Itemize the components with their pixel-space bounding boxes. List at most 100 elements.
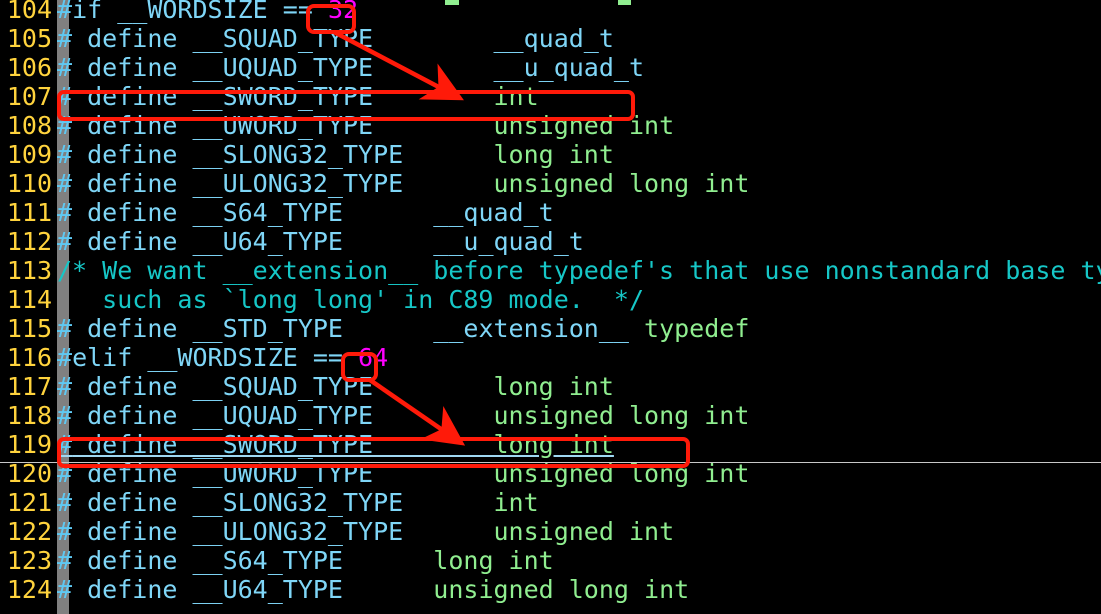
code-line[interactable]: 105 # define __SQUAD_TYPE __quad_t: [0, 24, 1101, 53]
code-line[interactable]: 118 # define __UQUAD_TYPE unsigned long i…: [0, 401, 1101, 430]
code-token-hash: #: [57, 575, 73, 604]
code-line[interactable]: 113/* We want __extension__ before typed…: [0, 256, 1101, 285]
code-line[interactable]: 119 # define __SWORD_TYPE long int: [0, 430, 1101, 459]
code-line[interactable]: 107 # define __SWORD_TYPE int: [0, 82, 1101, 111]
code-token-type: unsigned long int: [493, 169, 750, 198]
code-text: # define __UQUAD_TYPE unsigned long int: [57, 401, 749, 430]
code-text: # define __SLONG32_TYPE int: [57, 488, 539, 517]
line-number: 110: [6, 169, 52, 198]
code-line[interactable]: 120 # define __UWORD_TYPE unsigned long i…: [0, 459, 1101, 488]
code-token-hash: #: [57, 82, 73, 111]
code-token-num: 32: [327, 0, 359, 24]
code-token-type: typedef: [644, 314, 750, 343]
code-token-hash: #: [57, 546, 73, 575]
code-token-hash: #: [57, 140, 73, 169]
code-token-comment: /* We want __extension__ before typedef'…: [57, 256, 1101, 285]
code-text: # define __S64_TYPE long int: [57, 546, 554, 575]
code-line[interactable]: 116 #elif __WORDSIZE == 64: [0, 343, 1101, 372]
code-line[interactable]: 110 # define __ULONG32_TYPE unsigned long…: [0, 169, 1101, 198]
code-token-hash: #: [57, 0, 73, 24]
code-text: # define __UWORD_TYPE unsigned long int: [57, 459, 749, 488]
code-text: # define __SQUAD_TYPE __quad_t: [57, 24, 614, 53]
code-text: # define __UQUAD_TYPE __u_quad_t: [57, 53, 644, 82]
code-token-hash: #: [57, 198, 73, 227]
code-editor-viewport[interactable]: 104 #if __WORDSIZE == 32 105 # define __SQU…: [0, 0, 1101, 614]
line-number: 123: [6, 546, 52, 575]
code-token-ident: define __SLONG32_TYPE: [72, 140, 494, 169]
line-number: 117: [6, 372, 52, 401]
line-number: 124: [6, 575, 52, 604]
line-number: 121: [6, 488, 52, 517]
code-token-type: unsigned int: [493, 517, 675, 546]
code-token-type: unsigned long int: [433, 575, 690, 604]
code-line[interactable]: 112 # define __U64_TYPE __u_quad_t: [0, 227, 1101, 256]
code-token-type: long int: [433, 546, 554, 575]
code-line[interactable]: 114 such as `long long' in C89 mode. */: [0, 285, 1101, 314]
code-text: # define __ULONG32_TYPE unsigned long in…: [57, 169, 749, 198]
line-number: 122: [6, 517, 52, 546]
code-token-ident: define __UWORD_TYPE: [72, 459, 494, 488]
line-number: 106: [6, 53, 52, 82]
code-line[interactable]: 124 # define __U64_TYPE unsigned long int: [0, 575, 1101, 604]
code-line[interactable]: 122 # define __ULONG32_TYPE unsigned int: [0, 517, 1101, 546]
line-number: 108: [6, 111, 52, 140]
code-text: #if __WORDSIZE == 32: [57, 0, 358, 24]
code-token-type: int: [493, 82, 539, 111]
code-token-type: unsigned long int: [493, 459, 750, 488]
line-number: 115: [6, 314, 52, 343]
code-line[interactable]: 109 # define __SLONG32_TYPE long int: [0, 140, 1101, 169]
code-token-hash: #: [57, 372, 73, 401]
code-token-hash: #: [57, 488, 73, 517]
code-token-hash: #: [57, 53, 73, 82]
line-number: 112: [6, 227, 52, 256]
code-token-type: unsigned int: [493, 111, 675, 140]
code-token-ident: define __ULONG32_TYPE: [72, 517, 494, 546]
code-token-num: 64: [358, 343, 389, 372]
code-text: # define __SQUAD_TYPE long int: [57, 372, 614, 401]
line-number: 116: [6, 343, 52, 372]
code-token-ident: define __ULONG32_TYPE: [72, 169, 494, 198]
code-token-ident: elif __WORDSIZE ==: [72, 343, 359, 372]
code-line[interactable]: 117 # define __SQUAD_TYPE long int: [0, 372, 1101, 401]
code-text: /* We want __extension__ before typedef'…: [57, 256, 1101, 285]
code-token-hash: #: [57, 227, 73, 256]
code-token-hash: #: [57, 169, 73, 198]
code-token-hash: #: [57, 314, 73, 343]
code-token-hash: #: [57, 343, 73, 372]
code-token-ident: define __SLONG32_TYPE: [72, 488, 494, 517]
code-token-type: unsigned long int: [493, 401, 750, 430]
code-token-type: long int: [493, 372, 614, 401]
code-text: # define __SLONG32_TYPE long int: [57, 140, 614, 169]
code-token-ident: define __UQUAD_TYPE: [72, 401, 494, 430]
code-text: # define __ULONG32_TYPE unsigned int: [57, 517, 674, 546]
code-line[interactable]: 108 # define __UWORD_TYPE unsigned int: [0, 111, 1101, 140]
code-token-ident: define __U64_TYPE __u_quad_t: [72, 227, 584, 256]
line-number: 119: [6, 430, 52, 459]
line-number: 118: [6, 401, 52, 430]
code-token-ident: if __WORDSIZE ==: [72, 0, 328, 24]
code-token-hash: #: [57, 24, 73, 53]
code-token-ident: define __S64_TYPE: [72, 546, 434, 575]
code-token-ident: define __SQUAD_TYPE __quad_t: [72, 24, 614, 53]
code-line[interactable]: 115 # define __STD_TYPE __extension__ typ…: [0, 314, 1101, 343]
code-text: # define __U64_TYPE unsigned long int: [57, 575, 689, 604]
code-line[interactable]: 111 # define __S64_TYPE __quad_t: [0, 198, 1101, 227]
code-token-hash: #: [57, 459, 73, 488]
code-line[interactable]: 104 #if __WORDSIZE == 32: [0, 0, 1101, 24]
code-token-ident: define __SWORD_TYPE: [72, 82, 494, 111]
code-text: #elif __WORDSIZE == 64: [57, 343, 388, 372]
line-number: 105: [6, 24, 52, 53]
code-token-ident: define __SWORD_TYPE: [72, 430, 494, 459]
code-line[interactable]: 121 # define __SLONG32_TYPE int: [0, 488, 1101, 517]
code-token-hash: #: [57, 401, 73, 430]
code-token-ident: define __SQUAD_TYPE: [72, 372, 494, 401]
code-text: # define __STD_TYPE __extension__ typede…: [57, 314, 749, 343]
line-number: 120: [6, 459, 52, 488]
code-token-ident: define __S64_TYPE __quad_t: [72, 198, 554, 227]
code-line[interactable]: 123 # define __S64_TYPE long int: [0, 546, 1101, 575]
code-token-type: int: [493, 488, 539, 517]
code-text: # define __SWORD_TYPE int: [57, 82, 539, 111]
code-line[interactable]: 106 # define __UQUAD_TYPE __u_quad_t: [0, 53, 1101, 82]
code-token-ident: define __UWORD_TYPE: [72, 111, 494, 140]
code-token-hash: #: [57, 517, 73, 546]
